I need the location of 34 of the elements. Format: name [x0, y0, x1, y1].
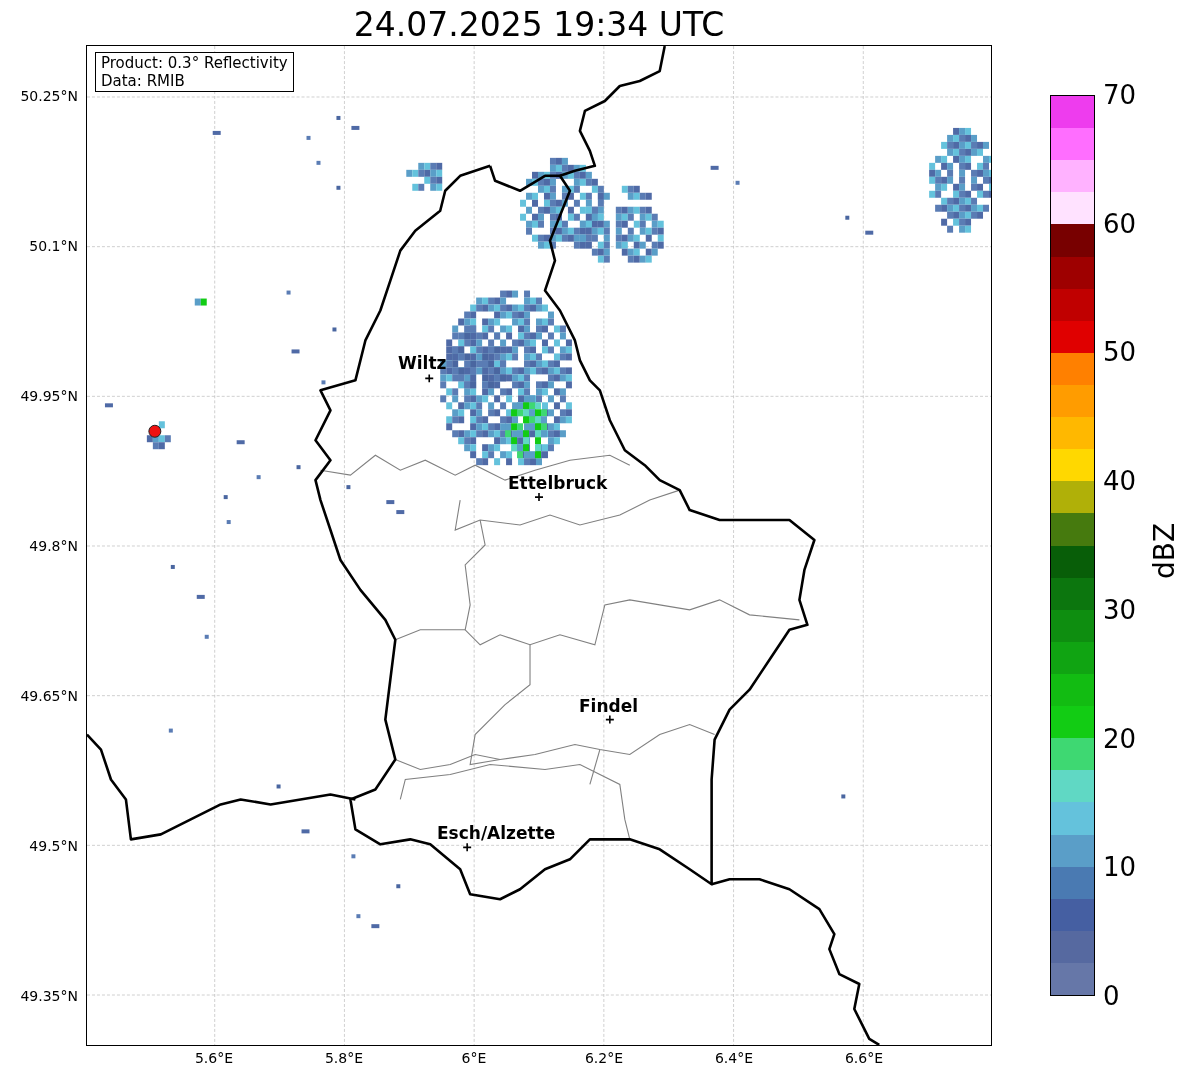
scale-tick-label: 20	[1103, 723, 1137, 754]
latitude-label: 49.35°N	[20, 988, 78, 1004]
latitude-label: 49.95°N	[20, 388, 78, 404]
city-marker-icon	[424, 373, 435, 384]
city-label: Wiltz	[398, 353, 447, 373]
latitude-label: 49.5°N	[29, 838, 78, 854]
longitude-label: 6.2°E	[584, 1050, 624, 1066]
latitude-label: 50.25°N	[20, 88, 78, 104]
longitude-label: 6°E	[461, 1050, 487, 1066]
radar-site-icon	[148, 424, 162, 438]
latitude-label: 50.1°N	[29, 238, 78, 254]
city-label: Esch/Alzette	[437, 823, 556, 843]
chart-title: 24.07.2025 19:34 UTC	[353, 5, 725, 45]
city-marker-icon	[462, 842, 472, 853]
scale-tick-label: 10	[1103, 852, 1137, 883]
info-text: Product: 0.3° Reflectivity	[101, 54, 288, 72]
city-label: Ettelbruck	[508, 473, 608, 493]
scale-tick-label: 40	[1103, 466, 1137, 497]
city-marker-icon	[534, 492, 544, 502]
scale-tick-label: 30	[1103, 594, 1137, 625]
scale-tick-label: 60	[1103, 208, 1137, 239]
city-label: Findel	[579, 696, 639, 716]
info-text: Data: RMIB	[101, 72, 186, 90]
longitude-label: 5.6°E	[194, 1050, 234, 1066]
latitude-label: 49.8°N	[29, 538, 78, 554]
scale-tick-label: 0	[1103, 981, 1120, 1011]
scale-tick-label: 50	[1103, 337, 1137, 368]
latitude-label: 49.65°N	[20, 688, 78, 704]
scale-unit-label: dBZ	[1149, 522, 1182, 580]
scale-tick-label: 70	[1103, 80, 1137, 110]
longitude-label: 5.8°E	[324, 1050, 364, 1066]
city-marker-icon	[605, 714, 615, 725]
longitude-label: 6.4°E	[714, 1050, 754, 1066]
longitude-label: 6.6°E	[844, 1050, 884, 1066]
